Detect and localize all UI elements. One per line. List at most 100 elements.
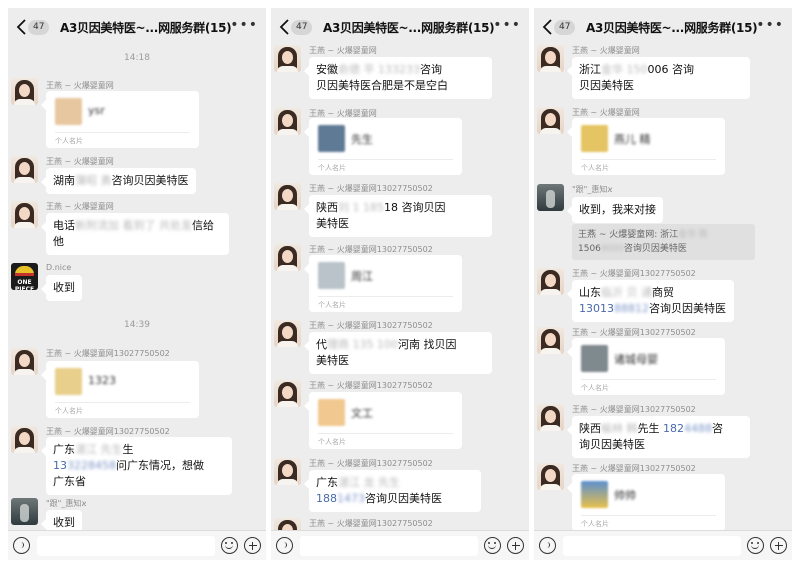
card-thumbnail (318, 125, 345, 152)
chat-panel-1: 47 A3贝因美特医~...网服务群(15) ••• 14:18 王燕 ~ 火爆… (8, 8, 266, 560)
avatar[interactable] (11, 426, 38, 453)
avatar[interactable] (274, 45, 301, 72)
voice-icon[interactable] (13, 537, 30, 554)
card-thumbnail (318, 262, 345, 289)
message-bubble[interactable]: 安徽俞德 平 133233咨询 贝因美特医合肥是不是空白 (304, 57, 492, 99)
avatar[interactable] (274, 244, 301, 271)
avatar[interactable] (11, 78, 38, 105)
message-input[interactable] (563, 536, 741, 556)
avatar[interactable] (537, 184, 564, 211)
unread-badge: 47 (554, 20, 576, 35)
avatar[interactable]: ONE PIECE (11, 263, 38, 290)
message-bubble[interactable]: 广东湛江 先生生 133228458问广东情况，想做 广东省 (41, 437, 232, 495)
avatar[interactable] (537, 404, 564, 431)
message-input[interactable] (300, 536, 478, 556)
chat-panel-2: 47 A3贝因美特医~...网服务群(15) ••• 王燕 ~ 火爆婴童网 安徽… (271, 8, 529, 560)
card-thumbnail (318, 399, 345, 426)
avatar[interactable] (274, 458, 301, 485)
card-thumbnail (55, 368, 82, 395)
card-thumbnail (581, 125, 608, 152)
avatar[interactable] (274, 380, 301, 407)
card-thumbnail (55, 98, 82, 125)
sender-name: 王燕 ~ 火爆婴童网 (46, 202, 114, 211)
contact-card[interactable]: 帅帅 个人名片 (567, 474, 725, 531)
card-name: 文工 (351, 407, 373, 420)
voice-icon[interactable] (539, 537, 556, 554)
sender-name: 王燕 ~ 火爆婴童网13027750502 (572, 464, 696, 473)
card-name: 诸城母婴 (614, 353, 658, 366)
emoji-icon[interactable] (484, 537, 501, 554)
message-bubble[interactable]: 山东临沂 贝 通商贸 1301388812咨询贝因美特医 (567, 280, 734, 322)
card-label: 个人名片 (581, 520, 609, 528)
timestamp: 14:18 (124, 53, 150, 63)
contact-card[interactable]: 先生 个人名片 (304, 118, 462, 175)
card-name: 帅帅 (614, 489, 636, 502)
chat-title: A3贝因美特医~...网服务群(15) (586, 21, 758, 35)
card-label: 个人名片 (318, 164, 346, 172)
sender-name: 王燕 ~ 火爆婴童网13027750502 (309, 381, 433, 390)
card-name: 先生 (351, 133, 373, 146)
chat-header: 47 A3贝因美特医~...网服务群(15) ••• (271, 8, 529, 46)
chat-header: 47 A3贝因美特医~...网服务群(15) ••• (534, 8, 792, 46)
card-label: 个人名片 (55, 407, 83, 415)
message-input[interactable] (37, 536, 215, 556)
card-label: 个人名片 (581, 164, 609, 172)
message-bubble[interactable]: 电话新附流加 看到了 共处发信给他 (41, 213, 229, 255)
chat-header: 47 A3贝因美特医~...网服务群(15) ••• (8, 8, 266, 46)
contact-card[interactable]: 周江 个人名片 (304, 255, 462, 312)
input-bar (271, 530, 529, 560)
card-thumbnail (581, 481, 608, 508)
sender-name: D.nice (46, 263, 72, 272)
message-bubble[interactable]: 陕西刘 1 18518 咨询贝因 美特医 (304, 195, 492, 237)
message-bubble[interactable]: 湖南蒲昭 勇咨询贝因美特医 (41, 168, 196, 194)
plus-icon[interactable] (507, 537, 524, 554)
avatar[interactable] (537, 327, 564, 354)
contact-card[interactable]: 1323 个人名片 (41, 361, 199, 418)
input-bar (534, 530, 792, 560)
sender-name: "跟"_惠知ϰ (46, 499, 87, 508)
avatar[interactable] (537, 107, 564, 134)
sender-name: 王燕 ~ 火爆婴童网 (309, 46, 377, 55)
avatar[interactable] (274, 183, 301, 210)
message-bubble[interactable]: 代理商 135 100河南 找贝因 美特医 (304, 332, 492, 374)
avatar[interactable] (11, 498, 38, 525)
message-bubble[interactable]: 陕西榆林 韩先生 1824488咨 询贝因美特医 (567, 416, 750, 458)
card-name: ysr (88, 104, 105, 117)
more-icon[interactable]: ••• (230, 17, 258, 33)
sender-name: 王燕 ~ 火爆婴童网13027750502 (46, 349, 170, 358)
voice-icon[interactable] (276, 537, 293, 554)
avatar[interactable] (537, 463, 564, 490)
sender-name: 王燕 ~ 火爆婴童网13027750502 (309, 321, 433, 330)
plus-icon[interactable] (770, 537, 787, 554)
timestamp: 14:39 (124, 320, 150, 330)
contact-card[interactable]: 燕儿 精 个人名片 (567, 118, 725, 175)
card-label: 个人名片 (55, 137, 83, 145)
emoji-icon[interactable] (747, 537, 764, 554)
card-label: 个人名片 (318, 438, 346, 446)
contact-card[interactable]: ysr 个人名片 (41, 91, 199, 148)
emoji-icon[interactable] (221, 537, 238, 554)
avatar[interactable] (11, 156, 38, 183)
plus-icon[interactable] (244, 537, 261, 554)
card-name: 周江 (351, 270, 373, 283)
more-icon[interactable]: ••• (756, 17, 784, 33)
sender-name: 王燕 ~ 火爆婴童网13027750502 (309, 519, 433, 528)
contact-card[interactable]: 诸城母婴 个人名片 (567, 338, 725, 395)
message-bubble[interactable]: 收到，我来对接 (567, 197, 663, 223)
contact-card[interactable]: 文工 个人名片 (304, 392, 462, 449)
chat-title: A3贝因美特医~...网服务群(15) (60, 21, 232, 35)
message-bubble[interactable]: 收到 (41, 275, 82, 301)
more-icon[interactable]: ••• (493, 17, 521, 33)
card-name: 燕儿 精 (614, 133, 651, 146)
message-bubble[interactable]: 广东湛江 龙 先生 1881473咨询贝因美特医 (304, 470, 481, 512)
avatar[interactable] (537, 45, 564, 72)
input-bar (8, 530, 266, 560)
avatar[interactable] (274, 320, 301, 347)
avatar[interactable] (537, 268, 564, 295)
chat-panel-3: 47 A3贝因美特医~...网服务群(15) ••• 王燕 ~ 火爆婴童网 浙江… (534, 8, 792, 560)
unread-badge: 47 (28, 20, 50, 35)
avatar[interactable] (11, 348, 38, 375)
avatar[interactable] (274, 108, 301, 135)
message-bubble[interactable]: 浙江金华 150006 咨询 贝因美特医 (567, 57, 750, 99)
avatar[interactable] (11, 201, 38, 228)
